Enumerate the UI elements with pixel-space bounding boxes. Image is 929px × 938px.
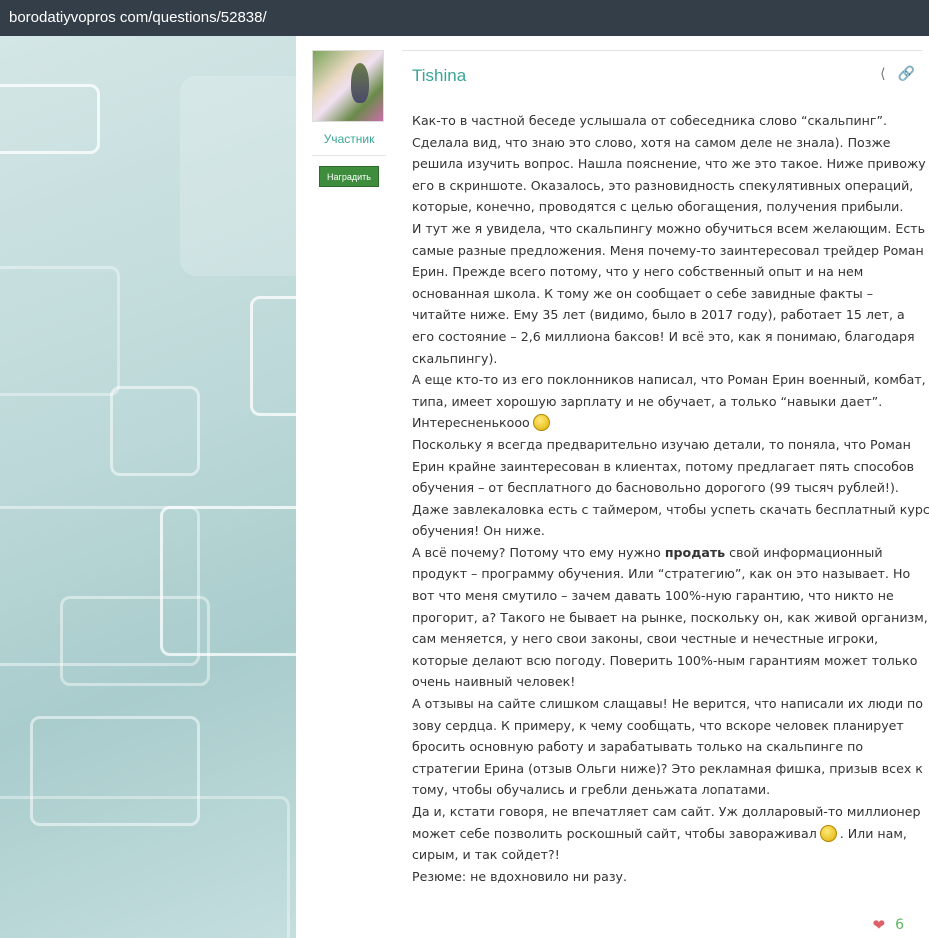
text-line: Поскольку я всегда предварительно изучаю… <box>412 434 922 456</box>
user-avatar[interactable] <box>312 50 384 122</box>
text-segment: его в скриншоте. Оказалось, это разновид… <box>412 177 914 193</box>
address-bar[interactable]: borodatiyvopros com/questions/52838/ <box>0 0 929 36</box>
text-line: тому, чтобы обучались и гребли деньжата … <box>412 779 922 801</box>
text-line: продукт – программу обучения. Или “страт… <box>412 563 922 585</box>
link-icon[interactable]: 🔗 <box>898 66 915 82</box>
text-line: скальпингу). <box>412 348 922 370</box>
text-segment: Даже завлекаловка есть с таймером, чтобы… <box>412 501 929 517</box>
text-line: бросить основную работу и зарабатывать т… <box>412 736 922 758</box>
text-segment: . Или нам, <box>839 825 907 841</box>
divider <box>402 50 922 51</box>
url-text: borodatiyvopros com/questions/52838/ <box>9 9 267 26</box>
text-segment: типа, имеет хорошую зарплату и не обучае… <box>412 393 883 409</box>
text-line: обучения – от бесплатного до басновольно… <box>412 477 922 499</box>
text-segment: основанная школа. К тому же он сообщает … <box>412 285 874 301</box>
text-line: очень наивный человек! <box>412 671 922 693</box>
text-segment: Как-то в частной беседе услышала от собе… <box>412 113 888 128</box>
text-line: вот что меня смутило – зачем давать 100%… <box>412 585 922 607</box>
text-segment: решила изучить вопрос. Нашла пояснение, … <box>412 156 926 172</box>
parrot-image <box>351 63 369 103</box>
text-segment: Резюме: не вдохновило ни разу. <box>412 868 627 884</box>
text-segment: А еще кто-то из его поклонников написал,… <box>412 372 926 388</box>
text-segment: Ерин крайне заинтересован в клиентах, по… <box>412 458 915 474</box>
text-segment: стратегии Ерина (отзыв Ольги ниже)? Это … <box>412 760 923 776</box>
text-line: обучения! Он ниже. <box>412 520 922 542</box>
text-line: типа, имеет хорошую зарплату и не обучае… <box>412 391 922 413</box>
text-segment: его состояние – 2,6 миллиона баксов! И в… <box>412 328 915 344</box>
text-line: самые разные предложения. Меня почему-то… <box>412 240 924 262</box>
text-segment: очень наивный человек! <box>412 674 576 690</box>
text-line: Сделала вид, что знаю это слово, хотя на… <box>412 132 922 154</box>
text-line: Интересненькооо <box>412 412 922 434</box>
text-segment: Интересненькооо <box>412 415 530 431</box>
text-segment: А всё почему? Потому что ему нужно <box>412 544 665 560</box>
text-line: его состояние – 2,6 миллиона баксов! И в… <box>412 326 922 348</box>
share-icon[interactable]: ⟨ <box>880 66 885 82</box>
user-role: Участник <box>323 132 375 146</box>
text-segment: прогорит, а? Такого не бывает на рынке, … <box>412 609 928 625</box>
divider <box>312 155 386 156</box>
text-line: сам меняется, у него свои законы, свои ч… <box>412 628 922 650</box>
background-decoration <box>0 36 296 938</box>
text-segment: Да и, кстати говоря, не впечатляет сам с… <box>412 804 921 819</box>
text-segment: может себе позволить роскошный сайт, что… <box>412 825 817 841</box>
text-segment: самые разные предложения. Меня почему-то… <box>412 242 924 258</box>
text-segment: зову сердца. К примеру, к чему сообщать,… <box>412 717 904 733</box>
text-segment: обучения – от бесплатного до басновольно… <box>412 480 899 496</box>
text-segment: которые делают всю погоду. Поверить 100%… <box>412 652 918 668</box>
text-segment: сам меняется, у него свои законы, свои ч… <box>412 631 879 647</box>
text-segment: свой информационный <box>725 544 883 560</box>
text-segment: бросить основную работу и зарабатывать т… <box>412 739 864 755</box>
text-line: которые делают всю погоду. Поверить 100%… <box>412 650 922 672</box>
smiley-icon <box>532 414 550 432</box>
text-line: Да и, кстати говоря, не впечатляет сам с… <box>412 801 922 823</box>
author-name[interactable]: Tishina <box>412 66 466 86</box>
text-segment: обучения! Он ниже. <box>412 523 545 539</box>
post-body: Как-то в частной беседе услышала от собе… <box>412 110 929 888</box>
text-line: прогорит, а? Такого не бывает на рынке, … <box>412 607 928 629</box>
text-segment: вот что меня смутило – зачем давать 100%… <box>412 588 894 604</box>
text-line: основанная школа. К тому же он сообщает … <box>412 283 922 305</box>
like-count: 6 <box>895 917 904 933</box>
bold-text: продать <box>664 544 726 560</box>
text-line: Ерин крайне заинтересован в клиентах, по… <box>412 456 922 478</box>
text-segment: сирым, и так сойдет?! <box>412 847 560 863</box>
text-line: А отзывы на сайте слишком слащавы! Не ве… <box>412 693 923 715</box>
text-line: решила изучить вопрос. Нашла пояснение, … <box>412 153 926 175</box>
text-line: которые, конечно, проводятся с целью обо… <box>412 196 922 218</box>
text-line: сирым, и так сойдет?! <box>412 844 922 866</box>
heart-icon[interactable]: ❤ <box>873 916 886 934</box>
text-segment: Ерин. Прежде всего потому, что у него со… <box>412 264 864 280</box>
text-line: А еще кто-то из его поклонников написал,… <box>412 369 926 391</box>
text-line: читайте ниже. Ему 35 лет (видимо, было в… <box>412 304 922 326</box>
text-line: может себе позволить роскошный сайт, что… <box>412 823 922 845</box>
text-segment: Сделала вид, что знаю это слово, хотя на… <box>412 134 891 150</box>
award-button[interactable]: Наградить <box>319 166 379 187</box>
text-segment: скальпингу). <box>412 350 498 366</box>
text-line: Как-то в частной беседе услышала от собе… <box>412 110 922 132</box>
text-segment: читайте ниже. Ему 35 лет (видимо, было в… <box>412 307 905 323</box>
text-segment: продукт – программу обучения. Или “страт… <box>412 566 911 582</box>
text-line: Даже завлекаловка есть с таймером, чтобы… <box>412 499 929 521</box>
text-line: его в скриншоте. Оказалось, это разновид… <box>412 175 922 197</box>
text-line: стратегии Ерина (отзыв Ольги ниже)? Это … <box>412 758 923 780</box>
text-line: зову сердца. К примеру, к чему сообщать,… <box>412 715 922 737</box>
text-line: А всё почему? Потому что ему нужно прода… <box>412 542 922 564</box>
smiley-icon <box>819 824 837 842</box>
text-line: Ерин. Прежде всего потому, что у него со… <box>412 261 922 283</box>
post: Участник Наградить Tishina ⟨ 🔗 Как-то в … <box>296 36 929 938</box>
text-segment: А отзывы на сайте слишком слащавы! Не ве… <box>412 696 923 712</box>
text-segment: Поскольку я всегда предварительно изучаю… <box>412 436 911 452</box>
text-segment: тому, чтобы обучались и гребли деньжата … <box>412 782 771 798</box>
text-segment: которые, конечно, проводятся с целью обо… <box>412 199 904 215</box>
text-line: Резюме: не вдохновило ни разу. <box>412 866 922 888</box>
text-segment: И тут же я увидела, что скальпингу можно… <box>412 220 926 236</box>
text-line: И тут же я увидела, что скальпингу можно… <box>412 218 926 240</box>
